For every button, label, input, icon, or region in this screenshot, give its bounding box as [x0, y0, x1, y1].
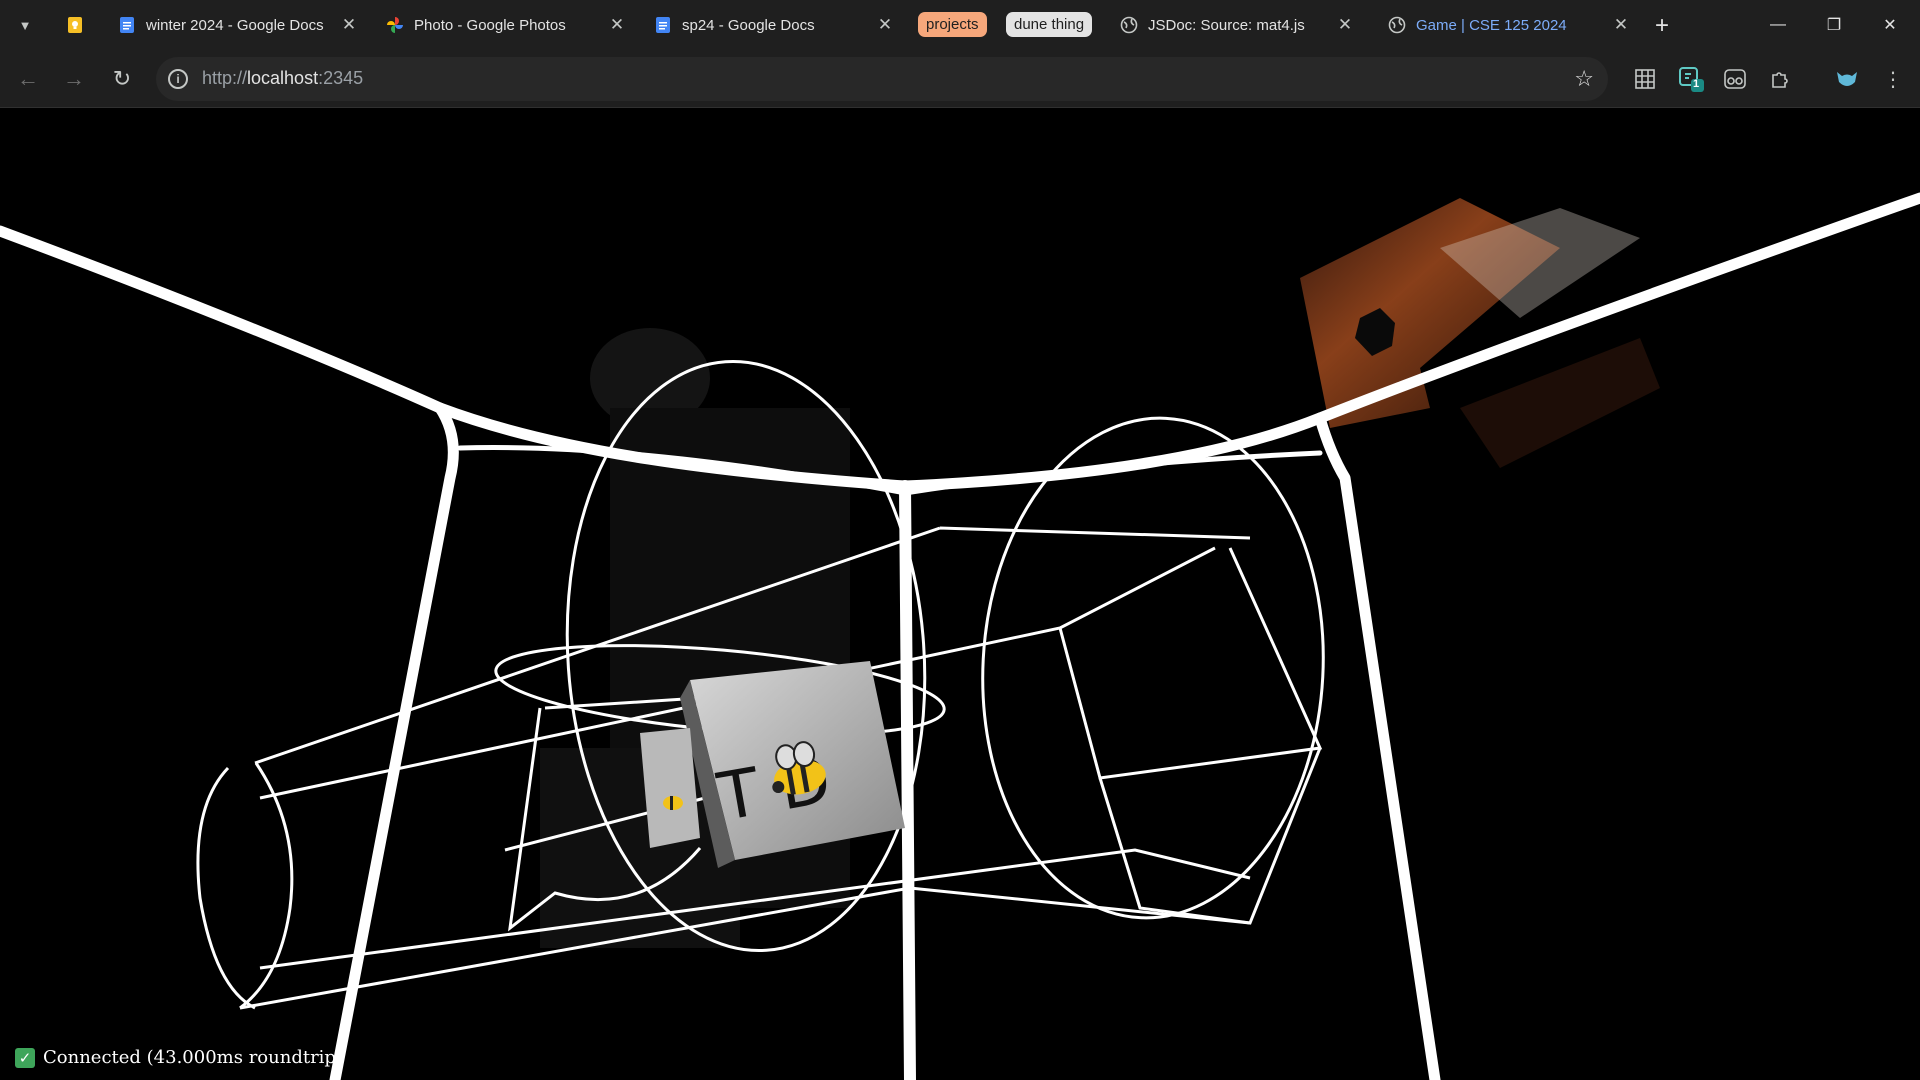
arrow-right-icon: →: [63, 66, 85, 91]
address-bar[interactable]: i http://localhost:2345 ☆: [156, 57, 1608, 101]
apps-grid-icon[interactable]: [1630, 64, 1660, 94]
close-tab-icon[interactable]: ✕: [876, 15, 894, 34]
new-tab-button[interactable]: +: [1648, 12, 1676, 40]
tab-strip: ▼ winter 2024 - Google Docs ✕ Photo - Go…: [0, 0, 1920, 50]
reload-button[interactable]: ↻: [106, 63, 138, 95]
site-info-icon[interactable]: i: [168, 69, 188, 89]
game-canvas[interactable]: T D ✓ Connected (43.000ms roundtrip): [0, 108, 1920, 1080]
google-docs-icon: [120, 17, 134, 33]
small-bee-icon: [663, 796, 683, 810]
tab-winter-2024[interactable]: winter 2024 - Google Docs ✕: [108, 8, 366, 42]
orange-block-object: [1300, 198, 1660, 468]
tab-sp24[interactable]: sp24 - Google Docs ✕: [644, 8, 902, 42]
tab-google-photos[interactable]: Photo - Google Photos ✕: [376, 8, 634, 42]
tab-title: sp24 - Google Docs: [682, 16, 815, 34]
restore-button[interactable]: ❐: [1806, 0, 1862, 50]
tab-group-dune-thing[interactable]: dune thing: [1006, 12, 1093, 37]
tab-title: winter 2024 - Google Docs: [146, 16, 324, 34]
chevron-down-icon: ▼: [18, 17, 32, 33]
forward-button[interactable]: →: [58, 63, 90, 95]
google-photos-icon: [387, 17, 403, 33]
browser-menu-button[interactable]: ⋮: [1878, 64, 1908, 94]
connection-status-text: Connected (43.000ms roundtrip): [43, 1047, 343, 1068]
tab-search-dropdown[interactable]: ▼: [12, 12, 38, 38]
url-port: :2345: [318, 68, 364, 88]
globe-icon: [1120, 16, 1138, 34]
tab-title: Photo - Google Photos: [414, 16, 566, 34]
connection-status: ✓ Connected (43.000ms roundtrip): [15, 1047, 343, 1068]
bookmark-star-icon[interactable]: ☆: [1574, 66, 1594, 92]
tab-title: JSDoc: Source: mat4.js: [1148, 16, 1305, 34]
close-tab-icon[interactable]: ✕: [608, 15, 626, 34]
tab-game-cse125[interactable]: Game | CSE 125 2024 ✕: [1378, 8, 1638, 42]
more-vertical-icon: ⋮: [1883, 68, 1903, 91]
profile-avatar-icon[interactable]: [1832, 64, 1862, 94]
url-scheme: http://: [202, 68, 248, 88]
extension-badge-count: 1: [1693, 78, 1700, 90]
tab-jsdoc-mat4[interactable]: JSDoc: Source: mat4.js ✕: [1110, 8, 1362, 42]
globe-icon: [1388, 16, 1406, 34]
tab-group-projects[interactable]: projects: [918, 12, 987, 37]
close-tab-icon[interactable]: ✕: [1612, 15, 1630, 34]
pinned-tab[interactable]: [56, 8, 96, 42]
browser-toolbar: ← → ↻ i http://localhost:2345 ☆ 1 ⋮: [0, 50, 1920, 108]
google-keep-icon: [68, 17, 82, 33]
reader-glasses-icon[interactable]: [1720, 64, 1750, 94]
arrow-left-icon: ←: [17, 66, 39, 91]
extension-badge-icon[interactable]: 1: [1676, 64, 1706, 94]
wireframe-frame: [0, 192, 1920, 1080]
address-url[interactable]: http://localhost:2345: [202, 68, 363, 89]
close-tab-icon[interactable]: ✕: [1336, 15, 1354, 34]
close-window-button[interactable]: ✕: [1862, 0, 1918, 50]
extensions-puzzle-icon[interactable]: [1766, 64, 1796, 94]
reload-icon: ↻: [112, 66, 132, 91]
url-host: localhost: [247, 68, 319, 88]
back-button[interactable]: ←: [12, 63, 44, 95]
tab-title: Game | CSE 125 2024: [1416, 16, 1567, 34]
checkmark-icon: ✓: [15, 1047, 35, 1068]
minimize-button[interactable]: —: [1750, 0, 1806, 50]
close-tab-icon[interactable]: ✕: [340, 15, 358, 34]
google-docs-icon: [656, 17, 670, 33]
game-scene: T D: [0, 192, 1920, 1080]
